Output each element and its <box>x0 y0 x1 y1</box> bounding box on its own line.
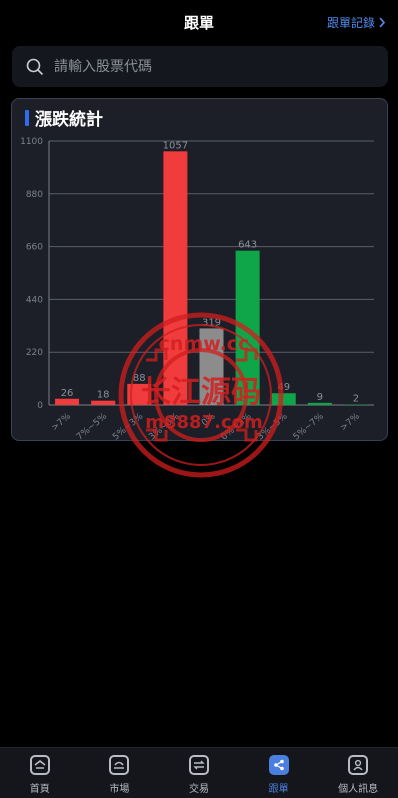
data-label: 49 <box>277 382 290 393</box>
card-header: 漲跌統計 <box>25 105 103 130</box>
bar <box>200 328 224 405</box>
tab-label: 跟單 <box>269 780 289 795</box>
data-label: 643 <box>238 240 257 251</box>
x-tick-label: 3%~5% <box>256 411 290 442</box>
data-label: 26 <box>61 388 74 399</box>
change-statistics-card: 0 220 440 660 880 1100 26 >7% 18 7%~5% 88 5%~3% 1057… <box>11 98 388 441</box>
y-tick-label: 660 <box>26 243 43 253</box>
search-input[interactable] <box>52 58 356 76</box>
x-tick-label: 7%~5% <box>75 411 109 442</box>
data-label: 319 <box>202 317 221 328</box>
bar <box>127 384 151 405</box>
bar <box>236 251 260 405</box>
tab-share[interactable]: 跟單 <box>239 748 319 798</box>
search-icon <box>26 58 44 76</box>
tab-label: 市場 <box>109 780 129 795</box>
bar <box>272 393 296 405</box>
user-icon <box>348 755 368 775</box>
market-icon <box>109 755 129 775</box>
y-tick-label: 440 <box>26 295 43 305</box>
x-tick-label: >7% <box>339 411 362 433</box>
distribution-chart: 0 220 440 660 880 1100 26 >7% 18 7%~5% 88 5%~3% 1057… <box>12 99 389 442</box>
tab-home[interactable]: 首頁 <box>0 748 80 798</box>
top-bar: 跟單 跟單記錄 <box>0 0 398 46</box>
chevron-right-icon <box>378 17 386 28</box>
card-title: 漲跌統計 <box>35 105 103 130</box>
x-tick-label: 5%~3% <box>111 411 145 442</box>
bar <box>163 151 187 405</box>
y-tick-label: 0 <box>37 401 43 411</box>
tab-label: 個人訊息 <box>338 780 378 795</box>
x-tick-label: >7% <box>50 411 73 433</box>
data-label: 1057 <box>163 140 188 151</box>
share-icon <box>269 755 289 775</box>
data-label: 2 <box>353 394 359 405</box>
tab-trade[interactable]: 交易 <box>159 748 239 798</box>
x-tick-label: 5%~7% <box>292 411 326 442</box>
bar <box>91 401 115 405</box>
tab-label: 首頁 <box>30 780 50 795</box>
data-label: 88 <box>133 373 146 384</box>
follow-record-label: 跟單記錄 <box>327 14 375 31</box>
x-tick-label: 0% <box>200 411 218 428</box>
y-tick-label: 1100 <box>20 137 43 147</box>
data-label: 18 <box>97 390 110 401</box>
tab-user[interactable]: 個人訊息 <box>318 748 398 798</box>
data-label: 9 <box>317 392 323 403</box>
follow-record-link[interactable]: 跟單記錄 <box>327 14 386 31</box>
tab-label: 交易 <box>189 780 209 795</box>
bar <box>308 403 332 405</box>
y-tick-label: 220 <box>26 348 43 358</box>
trade-icon <box>189 755 209 775</box>
search-box[interactable] <box>12 46 388 87</box>
x-tick-label: 3%~0% <box>147 411 181 442</box>
home-icon <box>30 755 50 775</box>
bottom-tab-bar: 首頁 市場 交易 跟單 個人訊息 <box>0 747 398 798</box>
title-accent-bar <box>25 110 29 126</box>
y-tick-label: 880 <box>26 190 43 200</box>
tab-market[interactable]: 市場 <box>80 748 160 798</box>
bar <box>55 399 79 405</box>
x-tick-label: 0%~3% <box>219 411 253 442</box>
